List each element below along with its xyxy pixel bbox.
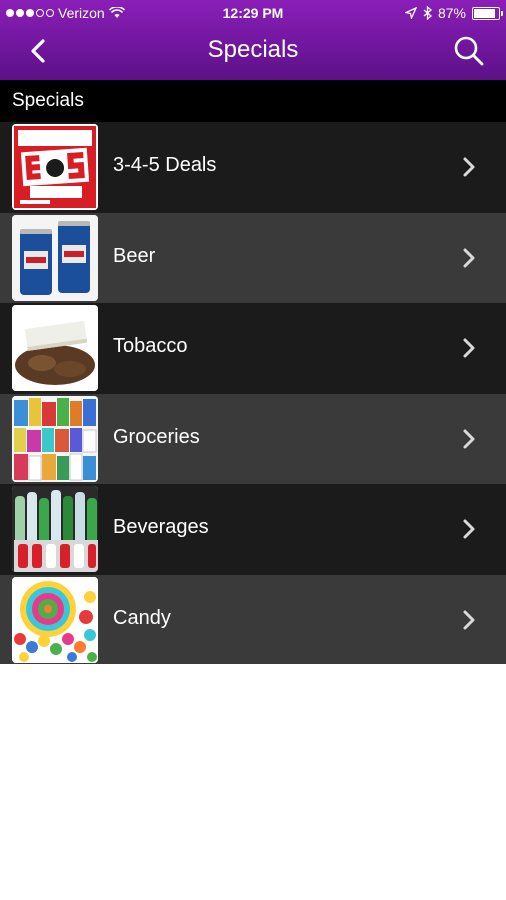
chevron-right-icon — [463, 338, 475, 358]
list-item-label: Beverages — [113, 516, 209, 538]
list-item-groceries[interactable]: Groceries — [0, 393, 506, 484]
search-icon — [454, 36, 484, 66]
chevron-right-icon — [463, 157, 475, 177]
list-item-beer[interactable]: Beer — [0, 212, 506, 303]
battery-icon — [472, 6, 503, 20]
page-title: Specials — [207, 36, 299, 63]
list-item-label: Tobacco — [113, 335, 188, 357]
tobacco-thumbnail — [12, 305, 98, 391]
list-item-tobacco[interactable]: Tobacco — [0, 303, 506, 394]
chevron-right-icon — [463, 429, 475, 448]
chevron-right-icon — [463, 248, 475, 267]
list-item-label: 3-4-5 Deals — [113, 154, 217, 176]
specials-list: 3-4-5 Deals Beer Tobacco Groceries Bever… — [0, 122, 506, 665]
beer-thumbnail — [12, 214, 98, 301]
search-button[interactable] — [452, 34, 486, 68]
list-item-beverages[interactable]: Beverages — [0, 484, 506, 575]
status-right: 87% — [404, 5, 503, 21]
candy-thumbnail — [12, 576, 98, 663]
list-item-label: Beer — [113, 244, 156, 267]
section-header: Specials — [0, 80, 506, 122]
status-bar: Verizon 12:29 PM 87% — [0, 0, 506, 26]
top-bar: Verizon 12:29 PM 87% Specials — [0, 0, 506, 80]
beverages-thumbnail — [12, 486, 98, 572]
list-item-label: Groceries — [113, 425, 200, 448]
empty-background — [0, 664, 506, 900]
list-item-label: Candy — [113, 606, 171, 629]
bluetooth-icon — [423, 6, 432, 20]
chevron-right-icon — [463, 519, 475, 539]
chevron-right-icon — [463, 610, 475, 629]
location-icon — [404, 7, 417, 19]
deals-thumbnail — [12, 124, 98, 210]
list-item-candy[interactable]: Candy — [0, 574, 506, 665]
navigation-bar: Specials — [0, 26, 506, 80]
battery-percent: 87% — [437, 5, 466, 21]
list-item-3-4-5-deals[interactable]: 3-4-5 Deals — [0, 122, 506, 213]
groceries-thumbnail — [12, 395, 98, 482]
